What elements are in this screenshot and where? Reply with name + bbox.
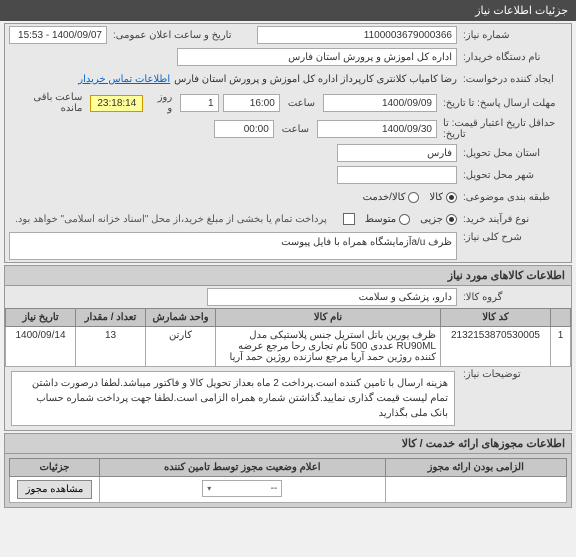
delivery-city-label: شهر محل تحویل: [457,170,567,181]
cell-details: مشاهده مجوز [10,477,100,503]
buyer-org-label: نام دستگاه خریدار: [457,52,567,63]
delivery-city [337,166,457,184]
reply-date: 1400/09/09 [323,94,437,112]
page-title: جزئیات اطلاعات نیاز [475,5,568,17]
remaining-label: ساعت باقی مانده [9,92,86,114]
explain-text: هزینه ارسال با تامین کننده است.پرداخت 2 … [11,371,455,426]
license-section: اطلاعات مجوزهای ارائه خدمت / کالا الزامی… [4,433,572,508]
cell-mandatory [385,477,567,503]
table-header-row: کد کالا نام کالا واحد شمارش تعداد / مقدا… [6,309,571,327]
goods-section: اطلاعات کالاهای مورد نیاز گروه کالا: دار… [4,265,572,431]
table-row: -- ▾ مشاهده مجوز [10,477,567,503]
announce-label: تاریخ و ساعت اعلان عمومی: [107,30,257,41]
summary-text: ظرف a/uآزمایشگاه همراه با فایل پیوست [9,232,457,260]
requester-label: ایجاد کننده درخواست: [457,74,567,85]
cell-idx: 1 [551,327,571,367]
goods-table: کد کالا نام کالا واحد شمارش تعداد / مقدا… [5,308,571,367]
need-no-value: 1100003679000366 [257,26,457,44]
radio-medium-label: متوسط [365,214,396,225]
validity-time: 00:00 [214,120,274,138]
validity-date: 1400/09/30 [317,120,437,138]
delivery-state: فارس [337,144,457,162]
requester-value: رضا کامیاب کلانتری کارپرداز اداره کل امو… [174,74,457,85]
goods-group-value: دارو، پزشکی و سلامت [207,288,457,306]
radio-service-label: کالا/خدمت [363,192,406,203]
radio-dot-icon [446,192,457,203]
radio-dot-icon [446,214,457,225]
radio-small[interactable]: جزیی [420,214,457,225]
license-panel: الزامی بودن ارائه مجوز اعلام وضعیت مجوز … [5,454,571,507]
license-table: الزامی بودن ارائه مجوز اعلام وضعیت مجوز … [9,458,567,503]
subject-class-label: طبقه بندی موضوعی: [457,192,567,203]
explain-label: توضیحات نیاز: [457,369,567,380]
subject-class-radios: کالا کالا/خدمت [9,192,457,203]
radio-goods[interactable]: کالا [429,192,457,203]
cell-code: 2132153870530005 [441,327,551,367]
radio-goods-label: کالا [429,192,443,203]
need-info-section: شماره نیاز: 1100003679000366 تاریخ و ساع… [4,23,572,263]
countdown-timer: 23:18:14 [90,95,143,112]
time-label-1: ساعت [284,98,319,109]
reply-time: 16:00 [223,94,280,112]
days-remaining: 1 [180,94,218,112]
purchase-type-radios: جزیی متوسط پرداخت تمام یا بخشی از مبلغ خ… [9,212,457,227]
th-details: جزئیات [10,459,100,477]
chevron-down-icon: ▾ [207,484,211,493]
cell-status: -- ▾ [100,477,386,503]
select-value: -- [271,483,278,494]
summary-label: شرح کلی نیاز: [457,232,567,243]
cell-qty: 13 [76,327,146,367]
radio-dot-icon [399,214,410,225]
view-license-button[interactable]: مشاهده مجوز [17,480,93,499]
table-header-row: الزامی بودن ارائه مجوز اعلام وضعیت مجوز … [10,459,567,477]
cell-name: ظرف یورین باتل استریل جنس پلاستیکی مدل R… [216,327,441,367]
purchase-type-label: نوع فرآیند خرید: [457,214,567,225]
payment-note: پرداخت تمام یا بخشی از مبلغ خرید،از محل … [9,212,333,227]
reply-deadline-label: مهلت ارسال پاسخ: تا تاریخ: [437,98,567,109]
announce-value: 1400/09/07 - 15:53 [9,26,107,44]
buyer-contact-link[interactable]: اطلاعات تماس خریدار [78,74,170,85]
days-label: روز و [147,92,176,114]
goods-group-label: گروه کالا: [457,292,567,303]
page-header: جزئیات اطلاعات نیاز [0,0,576,21]
th-qty: تعداد / مقدار [76,309,146,327]
cell-date: 1400/09/14 [6,327,76,367]
time-label-2: ساعت [278,124,313,135]
th-idx [551,309,571,327]
license-section-title: اطلاعات مجوزهای ارائه خدمت / کالا [5,434,571,454]
goods-section-title: اطلاعات کالاهای مورد نیاز [5,266,571,286]
th-unit: واحد شمارش [146,309,216,327]
payment-checkbox[interactable] [343,213,355,225]
validity-label: حداقل تاریخ اعتبار قیمت: تا تاریخ: [437,118,567,140]
cell-unit: کارتن [146,327,216,367]
th-status: اعلام وضعیت مجوز توسط تامین کننده [100,459,386,477]
table-row: 1 2132153870530005 ظرف یورین باتل استریل… [6,327,571,367]
buyer-org-value: اداره کل اموزش و پرورش استان فارس [177,48,457,66]
delivery-state-label: استان محل تحویل: [457,148,567,159]
th-mandatory: الزامی بودن ارائه مجوز [385,459,567,477]
th-code: کد کالا [441,309,551,327]
radio-small-label: جزیی [420,214,443,225]
radio-service[interactable]: کالا/خدمت [363,192,420,203]
radio-dot-icon [408,192,419,203]
need-no-label: شماره نیاز: [457,30,567,41]
th-date: تاریخ نیاز [6,309,76,327]
radio-medium[interactable]: متوسط [365,214,410,225]
status-select[interactable]: -- ▾ [202,480,282,497]
th-name: نام کالا [216,309,441,327]
